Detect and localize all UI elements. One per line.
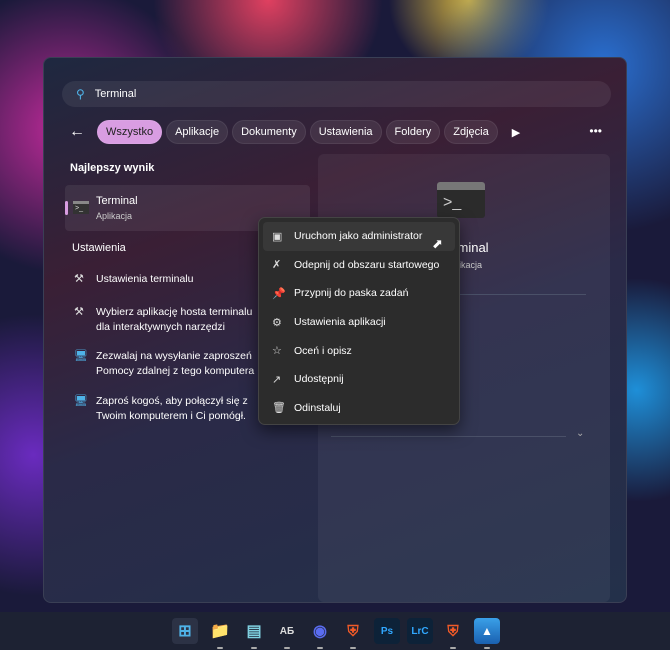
menu-share[interactable]: ↗ Udostępnij (263, 365, 455, 394)
pin-icon: 📌 (272, 287, 286, 300)
search-input[interactable]: ⚲ Terminal (62, 81, 611, 107)
mouse-cursor-icon: ⬈ (432, 236, 443, 251)
photos-app-icon[interactable]: ▲ (474, 618, 500, 649)
share-icon: ↗ (272, 373, 282, 386)
chevron-down-icon[interactable]: ⌄ (576, 428, 584, 439)
menu-unpin-start[interactable]: ✗ Odepnij od obszaru startowego (263, 251, 455, 280)
menu-run-as-admin[interactable]: ▣ Uruchom jako administrator (263, 222, 455, 251)
lightroom-classic-icon[interactable]: LrC (407, 618, 433, 644)
star-icon: ☆ (272, 345, 282, 358)
unpin-icon: ✗ (272, 259, 282, 272)
menu-pin-taskbar[interactable]: 📌 Przypnij do paska zadań (263, 279, 455, 308)
filter-bar: ← Wszystko Aplikacje Dokumenty Ustawieni… (69, 120, 520, 144)
notepad-icon[interactable]: ▤ (241, 618, 267, 649)
gear-icon: ⚙ (272, 316, 282, 329)
more-options-icon[interactable]: ••• (589, 124, 602, 138)
filter-folders[interactable]: Foldery (385, 120, 441, 144)
settings-item[interactable]: 🖥 Zezwalaj na wysyłanie zaproszeń Pomocy … (74, 349, 254, 379)
filter-settings[interactable]: Ustawienia (309, 120, 382, 144)
filter-apps[interactable]: Aplikacje (166, 120, 229, 144)
menu-app-settings[interactable]: ⚙ Ustawienia aplikacji (263, 308, 455, 337)
divider (331, 436, 566, 437)
back-arrow-icon[interactable]: ← (69, 123, 85, 141)
settings-item[interactable]: 🖥 Zaproś kogoś, aby połączył się z Twoim … (74, 394, 248, 424)
terminal-icon: >_ (73, 201, 89, 214)
monitor-icon: 🖥 (74, 350, 88, 362)
signal-app-icon[interactable]: ◉ (307, 618, 333, 649)
best-result-heading: Najlepszy wynik (70, 162, 155, 174)
menu-uninstall[interactable]: 🗑 Odinstaluj (263, 394, 455, 423)
settings-tool-icon: ⚒ (74, 306, 84, 318)
start-button-windows-icon[interactable]: ⊞ (172, 618, 198, 644)
trash-icon: 🗑 (272, 402, 286, 415)
play-more-filters-icon[interactable]: ▶ (512, 126, 520, 139)
selection-indicator (65, 201, 68, 215)
photoshop-icon[interactable]: Ps (374, 618, 400, 644)
menu-rate-review[interactable]: ☆ Oceń i opisz (263, 336, 455, 365)
filter-photos[interactable]: Zdjęcia (444, 120, 498, 144)
settings-heading: Ustawienia (72, 242, 126, 254)
translator-icon[interactable]: AБ (274, 618, 300, 649)
admin-shield-icon: ▣ (272, 230, 283, 243)
search-icon: ⚲ (76, 87, 85, 101)
brave-browser-icon[interactable]: ⛨ (440, 618, 466, 649)
settings-item[interactable]: ⚒ Ustawienia terminalu (74, 272, 193, 287)
taskbar: ⊞ 📁 ▤ AБ ◉ ⛨ Ps LrC ⛨ ▲ (0, 612, 670, 650)
settings-tool-icon: ⚒ (74, 273, 84, 285)
settings-item[interactable]: ⚒ Wybierz aplikację hosta terminalu dla i… (74, 305, 252, 335)
filter-all[interactable]: Wszystko (97, 120, 163, 144)
monitor-icon: 🖥 (74, 395, 88, 407)
file-explorer-icon[interactable]: 📁 (207, 618, 233, 649)
brave-beta-icon[interactable]: ⛨ (340, 618, 366, 649)
terminal-large-icon: >_ (437, 182, 485, 218)
filter-documents[interactable]: Dokumenty (232, 120, 306, 144)
context-menu: ▣ Uruchom jako administrator ✗ Odepnij od … (258, 217, 460, 425)
